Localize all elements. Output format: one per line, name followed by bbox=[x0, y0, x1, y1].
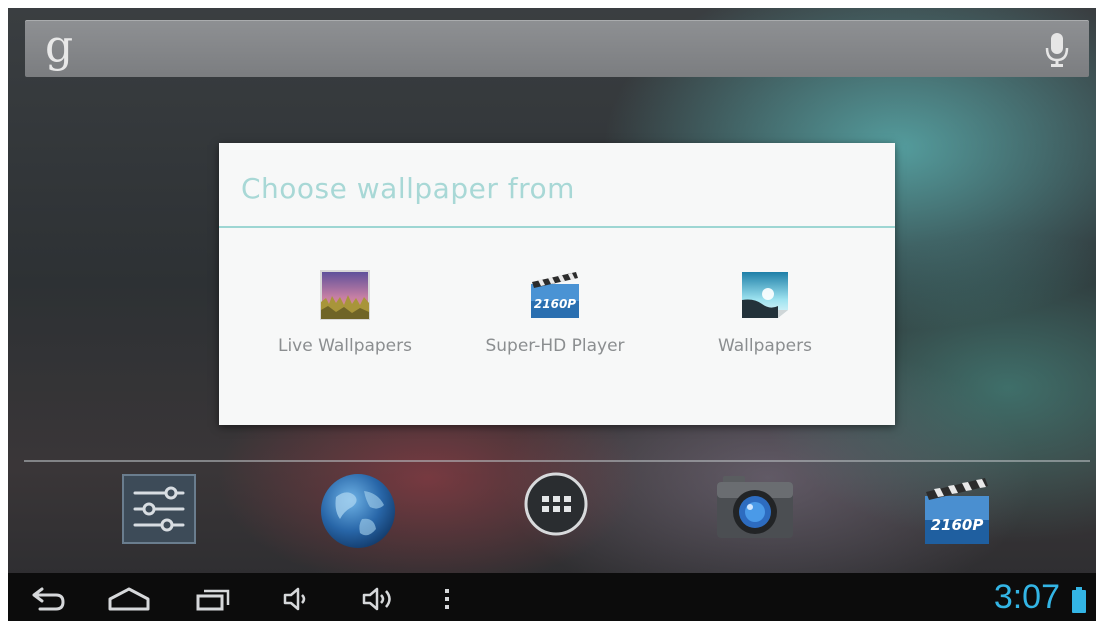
browser-globe-icon[interactable] bbox=[318, 471, 398, 551]
camera-icon[interactable] bbox=[715, 474, 795, 540]
home-screen: g Choose wallpaper from Live Wallpapers … bbox=[8, 8, 1096, 621]
menu-icon[interactable] bbox=[442, 585, 452, 613]
volume-up-icon[interactable] bbox=[361, 585, 397, 613]
back-icon[interactable] bbox=[30, 585, 66, 613]
hd-badge-text: 2160P bbox=[534, 297, 576, 311]
option-live-wallpapers[interactable]: Live Wallpapers bbox=[245, 268, 445, 356]
dialog-divider bbox=[219, 226, 895, 228]
option-super-hd-player[interactable]: 2160P Super-HD Player bbox=[455, 268, 655, 356]
microphone-icon[interactable] bbox=[1045, 33, 1069, 67]
home-icon[interactable] bbox=[106, 585, 152, 613]
super-hd-player-icon[interactable]: 2160P bbox=[921, 470, 993, 546]
choose-wallpaper-dialog: Choose wallpaper from Live Wallpapers 21… bbox=[219, 143, 895, 425]
google-logo[interactable]: g bbox=[45, 22, 73, 72]
status-clock: 3:07 bbox=[993, 578, 1060, 616]
battery-icon bbox=[1072, 587, 1086, 613]
settings-icon[interactable] bbox=[121, 473, 197, 545]
system-navigation-bar: 3:07 bbox=[8, 573, 1096, 621]
hd-badge-text: 2160P bbox=[931, 516, 984, 534]
all-apps-icon[interactable] bbox=[523, 471, 589, 537]
option-label: Wallpapers bbox=[718, 336, 812, 356]
dialog-title: Choose wallpaper from bbox=[241, 172, 575, 205]
option-label: Super-HD Player bbox=[485, 336, 625, 356]
volume-down-icon[interactable] bbox=[282, 585, 310, 613]
option-label: Live Wallpapers bbox=[277, 336, 412, 356]
super-hd-player-icon: 2160P bbox=[531, 272, 579, 318]
live-wallpapers-icon bbox=[320, 270, 370, 320]
google-search-bar[interactable]: g bbox=[25, 20, 1089, 77]
dock-divider bbox=[24, 460, 1090, 462]
recent-apps-icon[interactable] bbox=[194, 585, 232, 613]
wallpapers-icon bbox=[742, 272, 788, 318]
option-wallpapers[interactable]: Wallpapers bbox=[665, 268, 865, 356]
